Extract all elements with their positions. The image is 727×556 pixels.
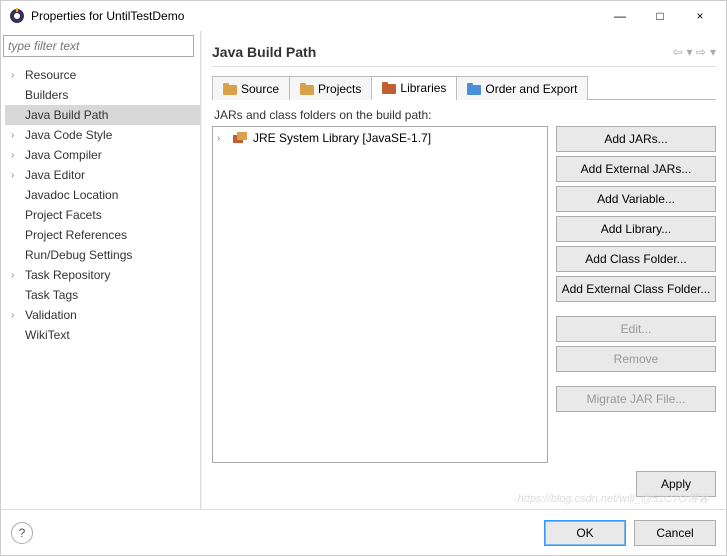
tree-item-java-editor[interactable]: ›Java Editor [5, 165, 200, 185]
add-jars-button[interactable]: Add JARs... [556, 126, 716, 152]
list-description: JARs and class folders on the build path… [214, 108, 716, 122]
expand-icon: › [11, 170, 23, 181]
tree-item-label: Validation [23, 308, 77, 322]
tab-source[interactable]: Source [212, 76, 290, 100]
tree-item-label: WikiText [23, 328, 70, 342]
expand-icon: › [217, 133, 229, 144]
folder-icon [300, 83, 314, 95]
expand-icon: › [11, 270, 23, 281]
tree-item-label: Java Code Style [23, 128, 112, 142]
jar-list[interactable]: › JRE System Library [JavaSE-1.7] [212, 126, 548, 463]
folder-icon [223, 83, 237, 95]
tab-label: Source [241, 82, 279, 96]
add-class-folder-button[interactable]: Add Class Folder... [556, 246, 716, 272]
category-tree[interactable]: ›ResourceBuildersJava Build Path›Java Co… [1, 65, 200, 509]
tab-bar: Source Projects Libraries Order and Export [212, 75, 716, 100]
tree-item-label: Java Editor [23, 168, 85, 182]
folder-icon [382, 82, 396, 94]
tree-item-java-code-style[interactable]: ›Java Code Style [5, 125, 200, 145]
back-icon[interactable]: ⇦ [672, 45, 682, 59]
window-title: Properties for UntilTestDemo [31, 9, 608, 23]
forward-icon[interactable]: ▾ ⇨ [687, 45, 706, 59]
app-icon [9, 8, 25, 24]
page-title: Java Build Path [212, 44, 672, 60]
tree-item-label: Run/Debug Settings [23, 248, 132, 262]
dialog-footer: ? OK Cancel [1, 509, 726, 555]
tree-item-java-compiler[interactable]: ›Java Compiler [5, 145, 200, 165]
add-variable-button[interactable]: Add Variable... [556, 186, 716, 212]
expand-icon: › [11, 310, 23, 321]
tree-item-wikitext[interactable]: WikiText [5, 325, 200, 345]
add-external-jars-button[interactable]: Add External JARs... [556, 156, 716, 182]
library-entry[interactable]: › JRE System Library [JavaSE-1.7] [217, 131, 543, 145]
tree-item-validation[interactable]: ›Validation [5, 305, 200, 325]
apply-button[interactable]: Apply [636, 471, 716, 497]
tab-projects[interactable]: Projects [289, 76, 372, 100]
tree-item-run-debug-settings[interactable]: Run/Debug Settings [5, 245, 200, 265]
add-library-button[interactable]: Add Library... [556, 216, 716, 242]
tree-item-builders[interactable]: Builders [5, 85, 200, 105]
tree-item-project-facets[interactable]: Project Facets [5, 205, 200, 225]
migrate-jar-button: Migrate JAR File... [556, 386, 716, 412]
tree-item-label: Project Facets [23, 208, 102, 222]
expand-icon: › [11, 70, 23, 81]
tree-item-label: Task Repository [23, 268, 110, 282]
tree-item-label: Resource [23, 68, 76, 82]
edit-button: Edit... [556, 316, 716, 342]
tree-item-label: Java Compiler [23, 148, 102, 162]
tab-libraries[interactable]: Libraries [371, 76, 457, 100]
tree-item-label: Javadoc Location [23, 188, 118, 202]
filter-input[interactable] [3, 35, 194, 57]
ok-button[interactable]: OK [544, 520, 626, 546]
tree-item-task-repository[interactable]: ›Task Repository [5, 265, 200, 285]
tree-item-label: Task Tags [23, 288, 78, 302]
expand-icon: › [11, 150, 23, 161]
tree-item-label: Java Build Path [23, 108, 108, 122]
minimize-button[interactable]: — [608, 9, 632, 23]
category-tree-pane: ›ResourceBuildersJava Build Path›Java Co… [1, 31, 201, 509]
tab-label: Order and Export [485, 82, 577, 96]
remove-button: Remove [556, 346, 716, 372]
library-icon [233, 132, 249, 144]
maximize-button[interactable]: □ [648, 9, 672, 23]
tree-item-javadoc-location[interactable]: Javadoc Location [5, 185, 200, 205]
tree-item-task-tags[interactable]: Task Tags [5, 285, 200, 305]
tree-item-label: Builders [23, 88, 68, 102]
tree-item-resource[interactable]: ›Resource [5, 65, 200, 85]
help-icon[interactable]: ? [11, 522, 33, 544]
library-label: JRE System Library [JavaSE-1.7] [253, 131, 431, 145]
tree-item-label: Project References [23, 228, 127, 242]
settings-page: Java Build Path ⇦ ▾ ⇨ ▾ Source Projects Li… [201, 31, 726, 509]
tab-label: Libraries [400, 81, 446, 95]
tree-item-project-references[interactable]: Project References [5, 225, 200, 245]
tab-label: Projects [318, 82, 361, 96]
cancel-button[interactable]: Cancel [634, 520, 716, 546]
tab-order-and-export[interactable]: Order and Export [456, 76, 588, 100]
close-button[interactable]: × [688, 9, 712, 23]
expand-icon: › [11, 130, 23, 141]
add-external-class-folder-button[interactable]: Add External Class Folder... [556, 276, 716, 302]
folder-icon [467, 83, 481, 95]
tree-item-java-build-path[interactable]: Java Build Path [5, 105, 200, 125]
title-bar: Properties for UntilTestDemo — □ × [1, 1, 726, 31]
menu-icon[interactable]: ▾ [710, 45, 716, 59]
